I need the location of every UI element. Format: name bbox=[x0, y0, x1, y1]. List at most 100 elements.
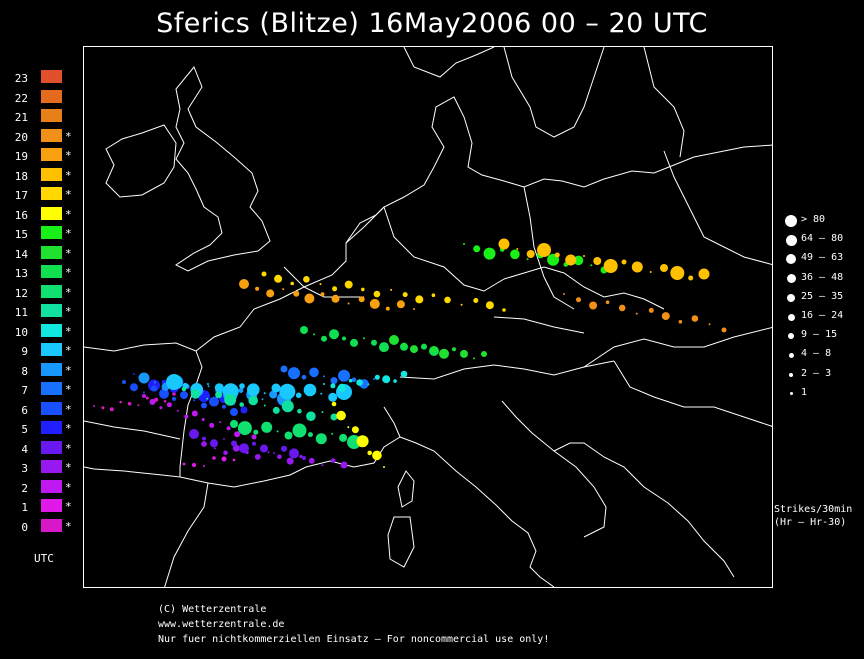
lightning-strike-dot bbox=[223, 437, 225, 440]
lightning-strike-dot bbox=[576, 297, 581, 303]
lightning-strike-dot bbox=[193, 399, 195, 402]
lightning-strike-dot bbox=[498, 238, 510, 250]
lightning-strike-dot bbox=[367, 383, 370, 386]
europe-map-canvas bbox=[84, 47, 772, 587]
lightning-strike-dot bbox=[385, 306, 390, 311]
lightning-strike-dot bbox=[214, 383, 224, 393]
lightning-strike-dot bbox=[502, 308, 506, 312]
lightning-strike-dot bbox=[510, 249, 520, 260]
size-legend-label: > 80 bbox=[801, 214, 826, 225]
utc-active-marker: * bbox=[65, 461, 72, 474]
lightning-strike-dot bbox=[293, 290, 300, 297]
lightning-strike-dot bbox=[691, 315, 699, 322]
lightning-strike-dot bbox=[101, 406, 105, 410]
lightning-strike-dot bbox=[153, 381, 156, 384]
border-alps bbox=[399, 360, 615, 380]
utc-active-marker: * bbox=[65, 305, 72, 318]
utc-color-swatch bbox=[41, 128, 62, 142]
utc-color-swatch bbox=[41, 460, 62, 473]
lightning-strikes bbox=[93, 238, 727, 469]
utc-active-marker: * bbox=[65, 168, 72, 182]
coastline-baltic bbox=[603, 144, 772, 180]
size-legend-dot bbox=[787, 313, 795, 321]
utc-hour-label: 3 bbox=[21, 462, 28, 475]
lightning-strike-dot bbox=[239, 383, 245, 389]
border-france-italy bbox=[383, 406, 401, 438]
lightning-strike-dot bbox=[215, 391, 223, 399]
lightning-strike-dot bbox=[367, 450, 373, 456]
utc-hour-label: 21 bbox=[14, 111, 28, 124]
utc-legend-row: 23 bbox=[0, 68, 80, 88]
lightning-strike-dot bbox=[351, 377, 357, 383]
map-title: Sferics (Blitze) 16May2006 00 – 20 UTC bbox=[156, 8, 708, 39]
lightning-strike-dot bbox=[261, 271, 267, 277]
lightning-strike-dot bbox=[649, 271, 652, 273]
utc-legend-row: 20 * bbox=[0, 127, 80, 147]
lightning-strike-dot bbox=[201, 441, 207, 447]
coastline-sardinia bbox=[387, 516, 415, 568]
lightning-strike-dot bbox=[319, 283, 322, 286]
utc-hour-label: 17 bbox=[14, 189, 28, 202]
lightning-strike-dot bbox=[226, 426, 231, 431]
lightning-strike-dot bbox=[222, 404, 226, 409]
utc-active-marker: * bbox=[65, 266, 72, 279]
lightning-strike-dot bbox=[439, 348, 449, 359]
utc-active-marker: * bbox=[65, 500, 72, 513]
lightning-strike-dot bbox=[306, 411, 316, 422]
lightning-strike-dot bbox=[273, 452, 275, 455]
lightning-strike-dot bbox=[396, 300, 405, 309]
lightning-strike-dot bbox=[303, 276, 310, 283]
lightning-strike-dot bbox=[583, 255, 585, 257]
utc-hour-label: 5 bbox=[21, 423, 28, 436]
lightning-strike-dot bbox=[230, 408, 238, 416]
utc-active-marker: * bbox=[65, 129, 72, 143]
lightning-strike-dot bbox=[332, 286, 338, 292]
lightning-strike-dot bbox=[410, 345, 418, 354]
utc-legend-row: 18 * bbox=[0, 166, 80, 186]
lightning-strike-dot bbox=[149, 398, 156, 405]
utc-color-swatch bbox=[41, 284, 62, 298]
lightning-strike-dot bbox=[593, 257, 602, 265]
lightning-strike-dot bbox=[371, 339, 377, 346]
lightning-strike-dot bbox=[308, 457, 315, 464]
utc-active-marker: * bbox=[65, 422, 72, 435]
lightning-strike-dot bbox=[276, 430, 279, 433]
lightning-strike-dot bbox=[452, 347, 456, 352]
lightning-strike-dot bbox=[485, 301, 494, 310]
lightning-strike-dot bbox=[307, 432, 313, 438]
size-legend-dot bbox=[789, 372, 793, 377]
lightning-strike-dot bbox=[201, 418, 205, 421]
lightning-strike-dot bbox=[483, 247, 496, 260]
lightning-strike-dot bbox=[444, 296, 451, 304]
lightning-strike-dot bbox=[363, 337, 365, 340]
footer-copyright: (C) Wetterzentrale bbox=[158, 604, 267, 615]
lightning-strike-dot bbox=[302, 456, 306, 460]
lightning-strike-dot bbox=[142, 394, 146, 398]
utc-hour-label: 22 bbox=[14, 91, 28, 105]
lightning-strike-dot bbox=[303, 383, 317, 397]
lightning-strike-dot bbox=[299, 454, 303, 459]
utc-color-swatch bbox=[41, 167, 62, 181]
coastline-france-iberia bbox=[84, 342, 203, 478]
lightning-strike-dot bbox=[678, 320, 683, 324]
lightning-strike-dot bbox=[330, 377, 338, 385]
lightning-strike-dot bbox=[238, 388, 244, 393]
lightning-strike-dot bbox=[284, 431, 293, 440]
lightning-strike-dot bbox=[159, 406, 163, 410]
lightning-strike-dot bbox=[191, 462, 197, 468]
border-austria bbox=[493, 316, 585, 334]
lightning-strike-dot bbox=[603, 259, 618, 273]
size-legend-dot bbox=[788, 333, 794, 340]
lightning-strike-dot bbox=[721, 327, 727, 333]
lightning-strike-dot bbox=[321, 464, 324, 467]
lightning-strike-dot bbox=[289, 448, 299, 459]
lightning-strike-dot bbox=[347, 302, 350, 305]
utc-legend-label: UTC bbox=[34, 552, 54, 565]
lightning-strike-dot bbox=[281, 445, 287, 452]
utc-color-swatch bbox=[41, 70, 62, 83]
utc-hour-label: 15 bbox=[14, 228, 28, 241]
lightning-strike-dot bbox=[708, 323, 711, 326]
lightning-strike-dot bbox=[315, 433, 327, 445]
lightning-strike-dot bbox=[281, 400, 294, 413]
lightning-strike-dot bbox=[247, 383, 260, 397]
